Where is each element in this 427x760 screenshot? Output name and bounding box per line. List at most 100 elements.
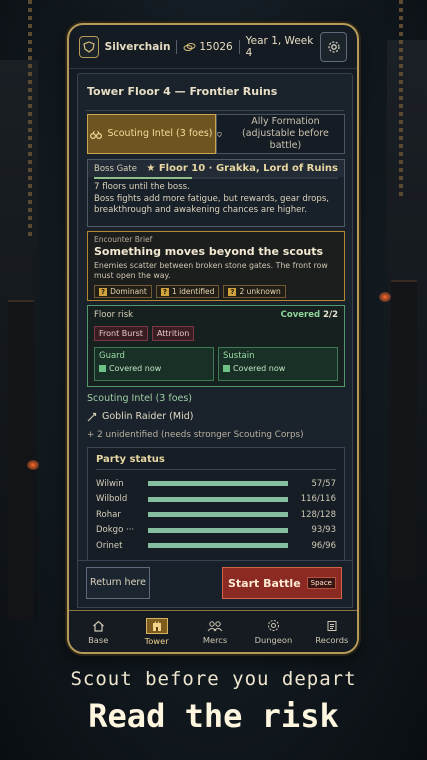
hp-bar-fill — [148, 543, 288, 549]
foe-name: Goblin Raider (Mid) — [102, 411, 194, 422]
unidentified-foes: + 2 unidentified (needs stronger Scoutin… — [87, 430, 304, 440]
hp-bar — [148, 543, 288, 549]
hp-bar — [148, 527, 288, 533]
return-here-button[interactable]: Return here — [86, 567, 150, 599]
party-member-row[interactable]: Rohar 128/128 — [96, 507, 336, 523]
hp-bar-fill — [148, 527, 288, 533]
floor-title: Tower Floor 4 — Frontier Ruins — [87, 85, 278, 98]
nav-mercs[interactable]: Mercs — [186, 611, 244, 652]
records-icon — [327, 620, 337, 631]
nav-label: Base — [88, 634, 109, 645]
tab-label: Ally Formation (adjustable before battle… — [242, 116, 329, 151]
boss-gate-header: Boss Gate ★ Floor 10 · Grakka, Lord of R… — [88, 160, 344, 177]
nav-tower[interactable]: Tower — [127, 611, 185, 652]
role-name: Sustain — [223, 351, 255, 361]
member-name: Wilbold — [96, 494, 128, 505]
gold-amount: 15026 — [199, 40, 233, 53]
encounter-brief-card: Encounter Brief Something moves beyond t… — [87, 231, 345, 301]
party-list: Wilwin 57/57 Wilbold 116/116 Rohar 128/128 Dok… — [96, 476, 336, 554]
chip-dominant: ? Dominant — [94, 285, 152, 298]
chip-identified: ? 1 identified — [155, 285, 220, 298]
question-icon: ? — [99, 287, 108, 296]
tab-ally-formation[interactable]: Ally Formation (adjustable before battle… — [216, 114, 345, 154]
floor-risk-card: Floor risk Covered 2/2 Front Burst Attri… — [87, 305, 345, 387]
encounter-description: Enemies scatter between broken stone gat… — [94, 261, 328, 280]
check-icon — [223, 365, 230, 372]
foe-row[interactable]: Goblin Raider (Mid) — [87, 411, 193, 422]
check-icon — [99, 365, 106, 372]
promo-subtitle: Scout before you depart — [70, 668, 357, 690]
hp-bar — [148, 496, 288, 502]
risk-tag: Front Burst — [94, 326, 148, 341]
nav-records[interactable]: Records — [303, 611, 357, 652]
scouting-intel-title: Scouting Intel (3 foes) — [87, 393, 193, 404]
promo-headline: Read the risk — [88, 697, 339, 735]
hp-bar-fill — [148, 512, 288, 518]
covered-label: Covered — [280, 310, 321, 320]
boss-gate-label: Boss Gate — [94, 163, 137, 174]
guild-emblem-button[interactable] — [79, 35, 99, 58]
nav-base[interactable]: Base — [69, 611, 127, 652]
encounter-title: Something moves beyond the scouts — [94, 245, 324, 258]
covered-status: Covered 2/2 — [281, 310, 338, 320]
shield-icon — [217, 131, 222, 137]
tower-icon — [152, 621, 161, 631]
game-date: Year 1, Week 4 — [245, 34, 314, 59]
gear-icon — [327, 40, 340, 53]
chip-unknown: ? 2 unknown — [223, 285, 286, 298]
role-status-text: Covered now — [233, 364, 286, 373]
keyboard-shortcut: Space — [306, 577, 336, 589]
party-member-row[interactable]: Wilwin 57/57 — [96, 476, 336, 492]
floors-until-boss: 7 floors until the boss. — [94, 182, 190, 192]
question-icon: ? — [228, 287, 237, 296]
party-member-row[interactable]: Dokgo ··· 93/93 — [96, 523, 336, 539]
chip-label: 2 unknown — [239, 287, 281, 296]
app-window: Silverchain 15026 Year 1, Week 4 Tower F… — [67, 23, 359, 654]
role-coverage: Guard Covered now Sustain Covered now — [94, 347, 338, 381]
risk-tag: Attrition — [151, 326, 195, 341]
floor-panel: Tower Floor 4 — Frontier Ruins Scouting … — [77, 73, 353, 571]
divider — [238, 39, 240, 54]
chip-label: 1 identified — [171, 287, 215, 296]
nav-dungeon[interactable]: Dungeon — [244, 611, 302, 652]
tab-scouting-intel[interactable]: Scouting Intel (3 foes) — [87, 114, 216, 154]
boss-gate-target: ★ Floor 10 · Grakka, Lord of Ruins — [146, 163, 338, 174]
nav-label: Mercs — [202, 634, 228, 645]
coins-icon — [183, 42, 196, 51]
boss-gate-card: Boss Gate ★ Floor 10 · Grakka, Lord of R… — [87, 159, 345, 227]
gold-counter: 15026 — [183, 40, 233, 53]
hp-value: 128/128 — [300, 509, 336, 520]
hp-value: 57/57 — [311, 478, 337, 489]
shield-icon — [83, 40, 95, 53]
panel-tabs: Scouting Intel (3 foes) Ally Formation (… — [87, 114, 345, 154]
hp-bar — [148, 512, 288, 518]
hp-bar-fill — [148, 481, 288, 487]
role-status-text: Covered now — [109, 364, 162, 373]
party-member-row[interactable]: Wilbold 116/116 — [96, 492, 336, 508]
member-name: Rohar — [96, 509, 121, 520]
divider — [86, 110, 344, 111]
question-icon: ? — [160, 287, 169, 296]
party-status-title: Party status — [96, 454, 165, 465]
role-name: Guard — [99, 351, 125, 361]
hp-bar-fill — [148, 496, 288, 502]
tab-label: Scouting Intel (3 foes) — [107, 128, 213, 139]
hp-value: 116/116 — [300, 494, 336, 505]
start-battle-label: Start Battle — [227, 576, 301, 590]
bottom-nav: Base Tower Mercs Dungeon Records — [69, 610, 357, 652]
role-sustain: Sustain Covered now — [218, 347, 338, 381]
background-chain — [28, 0, 32, 240]
party-member-row[interactable]: Orinet 96/96 — [96, 538, 336, 554]
start-battle-button[interactable]: Start Battle Space — [222, 567, 342, 599]
action-bar: Return here Start Battle Space — [77, 560, 353, 608]
hp-bar — [148, 481, 288, 487]
nav-label: Records — [315, 634, 349, 645]
background-spire-right — [391, 280, 417, 580]
settings-button[interactable] — [320, 31, 348, 62]
role-status: Covered now — [223, 364, 333, 373]
binoculars-icon — [90, 130, 103, 139]
mercs-icon — [207, 620, 223, 631]
member-name: Orinet — [96, 540, 123, 551]
background-ember — [27, 460, 39, 470]
chip-label: Dominant — [110, 287, 147, 296]
